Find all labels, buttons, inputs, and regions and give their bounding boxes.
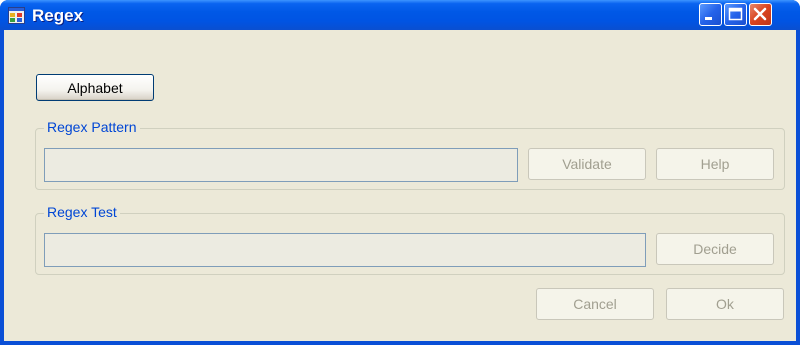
regex-test-input[interactable] <box>44 233 646 267</box>
form-window-icon <box>8 7 25 24</box>
cancel-button[interactable]: Cancel <box>536 288 654 320</box>
alphabet-button[interactable]: Alphabet <box>36 74 154 101</box>
decide-button[interactable]: Decide <box>656 233 774 265</box>
help-button-label: Help <box>700 156 730 172</box>
minimize-icon <box>705 17 712 20</box>
regex-window: Regex Alphabet Regex Pattern Validate He… <box>0 0 800 345</box>
window-title: Regex <box>32 6 84 25</box>
alphabet-button-label: Alphabet <box>67 79 123 96</box>
cancel-button-label: Cancel <box>573 296 617 312</box>
maximize-button[interactable] <box>724 3 747 26</box>
maximize-icon <box>728 7 743 21</box>
validate-button[interactable]: Validate <box>528 148 646 180</box>
minimize-button[interactable] <box>699 3 722 26</box>
title-bar[interactable]: Regex <box>0 0 800 30</box>
dialog-client-area: Alphabet Regex Pattern Validate Help Reg… <box>4 30 796 341</box>
validate-button-label: Validate <box>562 156 612 172</box>
help-button[interactable]: Help <box>656 148 774 180</box>
regex-pattern-input[interactable] <box>44 148 518 182</box>
ok-button-label: Ok <box>716 296 734 312</box>
regex-test-group-label: Regex Test <box>44 204 120 220</box>
close-icon <box>753 7 767 21</box>
close-button[interactable] <box>749 3 772 26</box>
ok-button[interactable]: Ok <box>666 288 784 320</box>
decide-button-label: Decide <box>693 241 737 257</box>
regex-pattern-group-label: Regex Pattern <box>44 119 140 135</box>
